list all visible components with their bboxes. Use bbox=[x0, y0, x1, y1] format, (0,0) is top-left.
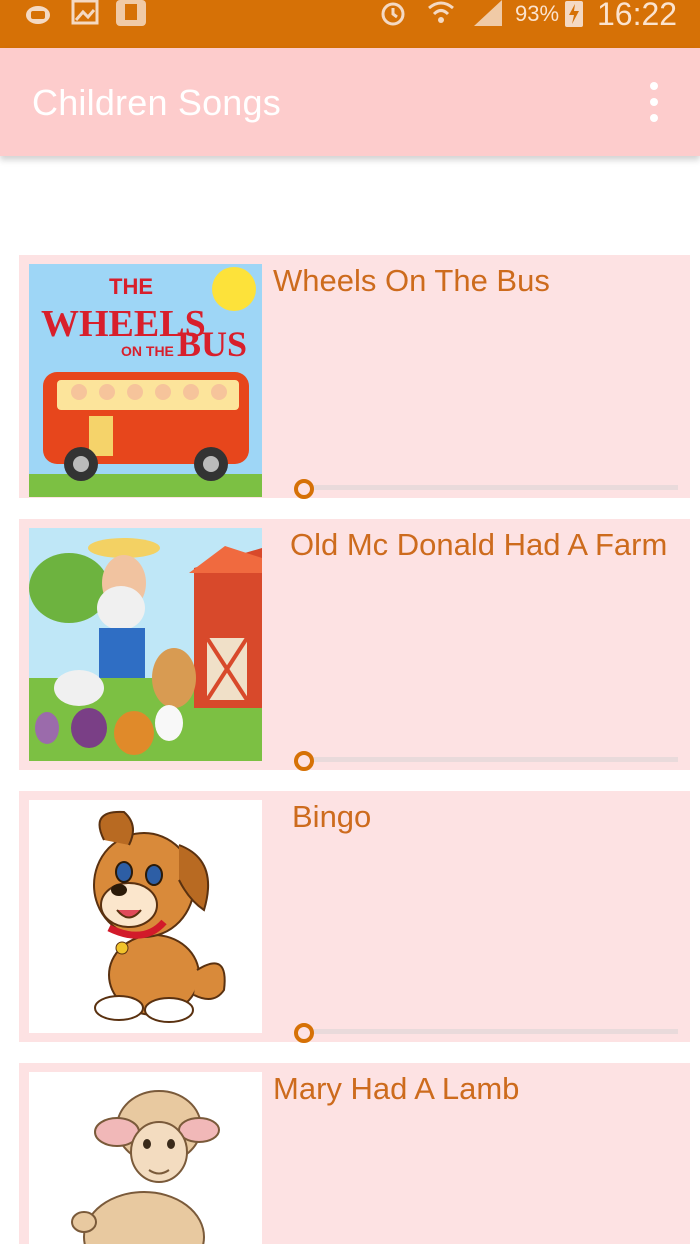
status-bar: 93% 16:22 bbox=[0, 0, 700, 48]
seek-bar-thumb[interactable] bbox=[294, 1023, 314, 1043]
song-card[interactable]: Old Mc Donald Had A Farm bbox=[19, 519, 690, 771]
puppy-art bbox=[29, 800, 262, 1033]
app-notification-icon bbox=[26, 6, 50, 24]
wheels-on-the-bus-thumbnail[interactable]: THE WHEELS ON THE BUS bbox=[29, 264, 262, 497]
alarm-icon bbox=[381, 2, 405, 26]
old-mcdonald-thumbnail[interactable] bbox=[29, 528, 262, 761]
thumb-text-on-the: ON THE bbox=[121, 343, 174, 359]
song-title: Bingo bbox=[292, 799, 372, 834]
song-title: Old Mc Donald Had A Farm bbox=[290, 527, 668, 562]
seek-bar-track[interactable] bbox=[312, 485, 678, 490]
battery-charging-icon bbox=[565, 1, 583, 27]
seek-bar-thumb[interactable] bbox=[294, 751, 314, 771]
farm-art bbox=[29, 528, 262, 761]
mary-had-a-lamb-thumbnail[interactable] bbox=[29, 1072, 262, 1244]
lamb-art bbox=[29, 1072, 262, 1244]
signal-icon bbox=[474, 0, 502, 26]
wifi-icon bbox=[428, 1, 454, 23]
bingo-thumbnail[interactable] bbox=[29, 800, 262, 1033]
seek-bar-thumb[interactable] bbox=[294, 479, 314, 499]
thumb-text-the: THE bbox=[109, 274, 153, 299]
song-title: Wheels On The Bus bbox=[273, 263, 550, 298]
song-card[interactable]: THE WHEELS ON THE BUS Wheels On The Bus bbox=[19, 255, 690, 499]
clock-time: 16:22 bbox=[597, 0, 678, 32]
page-title: Children Songs bbox=[32, 82, 281, 123]
sim-card-icon bbox=[116, 0, 146, 26]
seek-bar-track[interactable] bbox=[312, 757, 678, 762]
seek-bar-track[interactable] bbox=[312, 1029, 678, 1034]
thumb-text-bus: BUS bbox=[177, 324, 247, 364]
battery-percent: 93% bbox=[515, 1, 560, 26]
song-card[interactable]: Bingo bbox=[19, 791, 690, 1043]
song-card[interactable]: Mary Had A Lamb bbox=[19, 1063, 690, 1244]
bus-art: THE WHEELS ON THE BUS bbox=[29, 264, 262, 497]
song-title: Mary Had A Lamb bbox=[273, 1071, 520, 1106]
more-vert-icon[interactable] bbox=[636, 82, 672, 122]
image-icon bbox=[71, 0, 99, 25]
app-bar: Children Songs bbox=[0, 48, 700, 156]
